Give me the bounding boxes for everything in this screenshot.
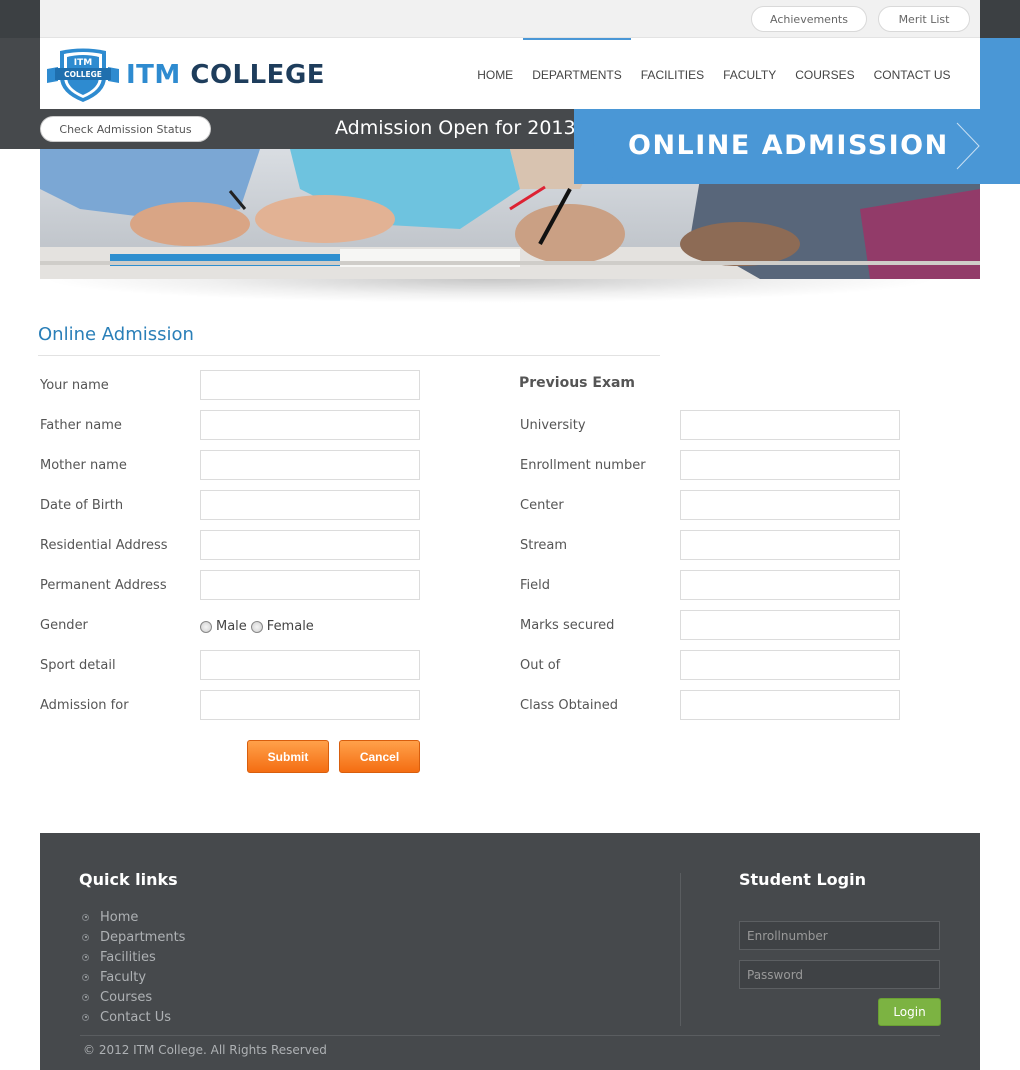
input-date-of-birth[interactable] xyxy=(200,490,420,520)
nav-contact-us[interactable]: CONTACT US xyxy=(864,38,960,109)
label-father-name: Father name xyxy=(40,418,122,433)
quick-link-facilities[interactable]: Facilities xyxy=(82,947,185,967)
quick-link-label: Faculty xyxy=(100,969,147,985)
input-father-name[interactable] xyxy=(200,410,420,440)
input-marks-secured[interactable] xyxy=(680,610,900,640)
input-center[interactable] xyxy=(680,490,900,520)
quick-links-list: Home Departments Facilities Faculty Cour… xyxy=(82,907,185,1027)
quick-link-courses[interactable]: Courses xyxy=(82,987,185,1007)
title-divider xyxy=(38,355,660,356)
footer-rule xyxy=(80,1035,940,1036)
login-button[interactable]: Login xyxy=(878,998,941,1026)
footer-divider xyxy=(680,873,681,1026)
quick-links-title: Quick links xyxy=(79,870,178,889)
bullet-icon xyxy=(82,913,89,921)
label-sport-detail: Sport detail xyxy=(40,658,116,673)
quick-link-contact-us[interactable]: Contact Us xyxy=(82,1007,185,1027)
input-sport-detail[interactable] xyxy=(200,650,420,680)
quick-link-label: Courses xyxy=(100,989,153,1005)
cancel-button[interactable]: Cancel xyxy=(339,740,420,773)
label-field: Field xyxy=(520,578,551,593)
bullet-icon xyxy=(82,973,89,981)
banner-shadow xyxy=(40,279,940,303)
navbar: ITM COLLEGE ITM COLLEGE HOME DEPARTMENTS… xyxy=(40,38,980,109)
label-class-obtained: Class Obtained xyxy=(520,698,618,713)
merit-list-button[interactable]: Merit List xyxy=(878,6,970,32)
logo-badge-bottom: COLLEGE xyxy=(64,70,102,79)
footer: Quick links Home Departments Facilities … xyxy=(40,833,980,1070)
bullet-icon xyxy=(82,933,89,941)
label-admission-for: Admission for xyxy=(40,698,129,713)
label-your-name: Your name xyxy=(40,378,109,393)
input-field[interactable] xyxy=(680,570,900,600)
label-enrollment-number: Enrollment number xyxy=(520,458,646,473)
nav-home[interactable]: HOME xyxy=(468,38,523,109)
quick-link-faculty[interactable]: Faculty xyxy=(82,967,185,987)
bullet-icon xyxy=(82,1013,89,1021)
main-nav: HOME DEPARTMENTS FACILITIES FACULTY COUR… xyxy=(468,38,960,109)
form-title: Online Admission xyxy=(38,324,194,345)
logo-text-college: COLLEGE xyxy=(190,60,326,90)
input-class-obtained[interactable] xyxy=(680,690,900,720)
right-blue-band xyxy=(980,38,1020,184)
input-out-of[interactable] xyxy=(680,650,900,680)
label-center: Center xyxy=(520,498,564,513)
password-input[interactable]: Password xyxy=(739,960,940,989)
input-mother-name[interactable] xyxy=(200,450,420,480)
input-admission-for[interactable] xyxy=(200,690,420,720)
input-enrollment-number[interactable] xyxy=(680,450,900,480)
nav-faculty[interactable]: FACULTY xyxy=(714,38,786,109)
gender-radio-group: Male Female xyxy=(200,619,318,634)
online-admission-heading: ONLINE ADMISSION xyxy=(628,130,949,161)
label-out-of: Out of xyxy=(520,658,561,673)
input-university[interactable] xyxy=(680,410,900,440)
label-residential-address: Residential Address xyxy=(40,538,168,553)
submit-button[interactable]: Submit xyxy=(247,740,329,773)
logo-badge-top: ITM xyxy=(74,58,92,68)
label-stream: Stream xyxy=(520,538,568,553)
bullet-icon xyxy=(82,993,89,1001)
top-bar: Achievements Merit List xyxy=(40,0,980,38)
quick-link-label: Facilities xyxy=(100,949,156,965)
input-stream[interactable] xyxy=(680,530,900,560)
check-admission-status-button[interactable]: Check Admission Status xyxy=(40,116,211,142)
quick-link-label: Departments xyxy=(100,929,186,945)
label-gender: Gender xyxy=(40,618,88,633)
previous-exam-heading: Previous Exam xyxy=(519,375,636,391)
student-login-title: Student Login xyxy=(739,870,866,889)
quick-link-label: Home xyxy=(100,909,139,925)
nav-departments[interactable]: DEPARTMENTS xyxy=(522,38,632,109)
enroll-number-input[interactable]: Enrollnumber xyxy=(739,921,940,950)
quick-link-departments[interactable]: Departments xyxy=(82,927,185,947)
input-your-name[interactable] xyxy=(200,370,420,400)
admission-open-text: Admission Open for 2013 xyxy=(335,117,576,139)
radio-male[interactable] xyxy=(200,620,212,633)
label-university: University xyxy=(520,418,586,433)
radio-male-label: Male xyxy=(216,619,247,634)
quick-link-label: Contact Us xyxy=(100,1009,171,1025)
input-permanent-address[interactable] xyxy=(200,570,420,600)
input-residential-address[interactable] xyxy=(200,530,420,560)
radio-female-label: Female xyxy=(266,619,314,634)
quick-link-home[interactable]: Home xyxy=(82,907,185,927)
label-marks-secured: Marks secured xyxy=(520,618,615,633)
label-date-of-birth: Date of Birth xyxy=(40,498,124,513)
logo-shield-icon: ITM COLLEGE xyxy=(47,48,119,102)
label-mother-name: Mother name xyxy=(40,458,127,473)
label-permanent-address: Permanent Address xyxy=(40,578,167,593)
logo-text: ITM COLLEGE xyxy=(126,60,325,90)
copyright-text: © 2012 ITM College. All Rights Reserved xyxy=(83,1043,327,1057)
logo-text-itm: ITM xyxy=(126,60,181,90)
radio-female[interactable] xyxy=(250,620,263,633)
site-logo[interactable]: ITM COLLEGE ITM COLLEGE xyxy=(46,48,325,102)
bullet-icon xyxy=(82,953,89,961)
nav-facilities[interactable]: FACILITIES xyxy=(631,38,713,109)
achievements-button[interactable]: Achievements xyxy=(751,6,867,32)
nav-courses[interactable]: COURSES xyxy=(786,38,864,109)
